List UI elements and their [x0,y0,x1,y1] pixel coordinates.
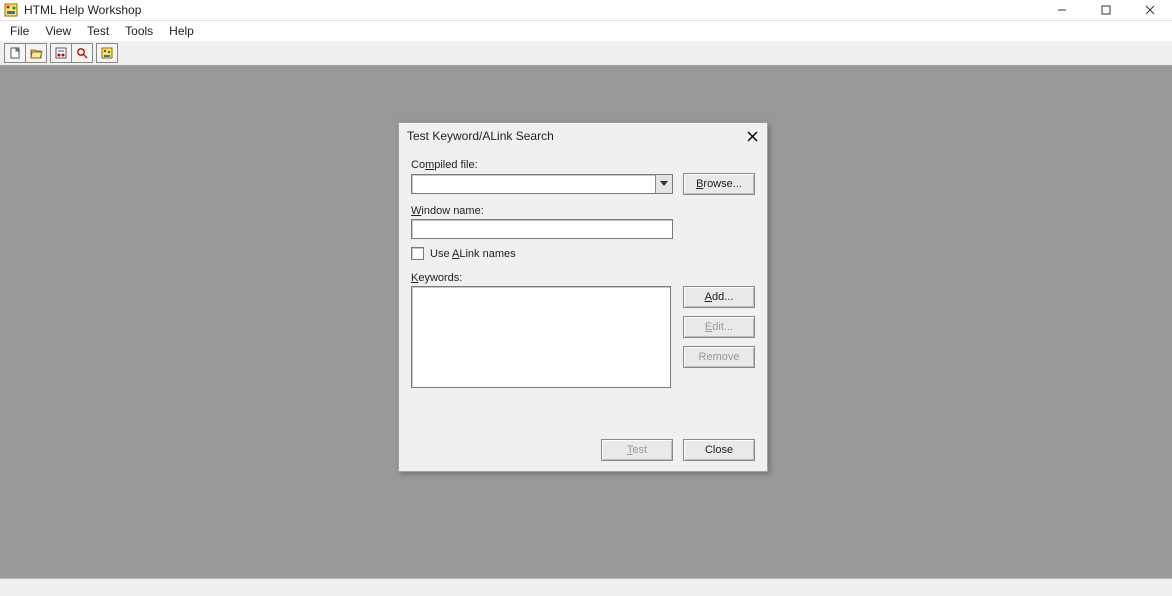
close-button[interactable] [1128,0,1172,20]
maximize-button[interactable] [1084,0,1128,20]
keywords-label: Keywords: [411,272,755,284]
use-alink-label: Use ALink names [430,248,516,260]
html-help-button[interactable] [96,43,118,63]
dialog-titlebar: Test Keyword/ALink Search [399,123,767,149]
menu-file[interactable]: File [2,22,37,40]
menu-test[interactable]: Test [79,22,117,40]
test-button[interactable]: Test [601,439,673,461]
edit-button[interactable]: Edit... [683,316,755,338]
compiled-file-input[interactable] [412,175,655,193]
menu-view[interactable]: View [37,22,79,40]
menu-tools[interactable]: Tools [117,22,161,40]
window-name-label: Window name: [411,205,755,217]
open-file-button[interactable] [25,43,47,63]
test-keyword-alink-dialog: Test Keyword/ALink Search Compiled file:… [398,122,768,472]
add-button[interactable]: Add... [683,286,755,308]
window-controls [1040,0,1172,20]
titlebar: HTML Help Workshop [0,0,1172,20]
compiled-file-dropdown-button[interactable] [655,175,672,193]
compiled-file-label: Compiled file: [411,159,755,171]
browse-button[interactable]: Browse... [683,173,755,195]
app-icon [4,3,18,17]
new-file-button[interactable] [4,43,26,63]
compiled-file-combo[interactable] [411,174,673,194]
close-button-dialog[interactable]: Close [683,439,755,461]
app-title: HTML Help Workshop [24,3,141,17]
dialog-title: Test Keyword/ALink Search [407,129,554,143]
toolbar [0,40,1172,66]
menubar: File View Test Tools Help [0,20,1172,40]
chevron-down-icon [660,181,668,187]
dialog-close-button[interactable] [743,127,761,145]
view-compiled-button[interactable] [71,43,93,63]
remove-button[interactable]: Remove [683,346,755,368]
compile-button[interactable] [50,43,72,63]
statusbar [0,578,1172,596]
minimize-button[interactable] [1040,0,1084,20]
keywords-listbox[interactable] [411,286,671,388]
use-alink-checkbox[interactable] [411,247,424,260]
window-name-input[interactable] [411,219,673,239]
menu-help[interactable]: Help [161,22,202,40]
